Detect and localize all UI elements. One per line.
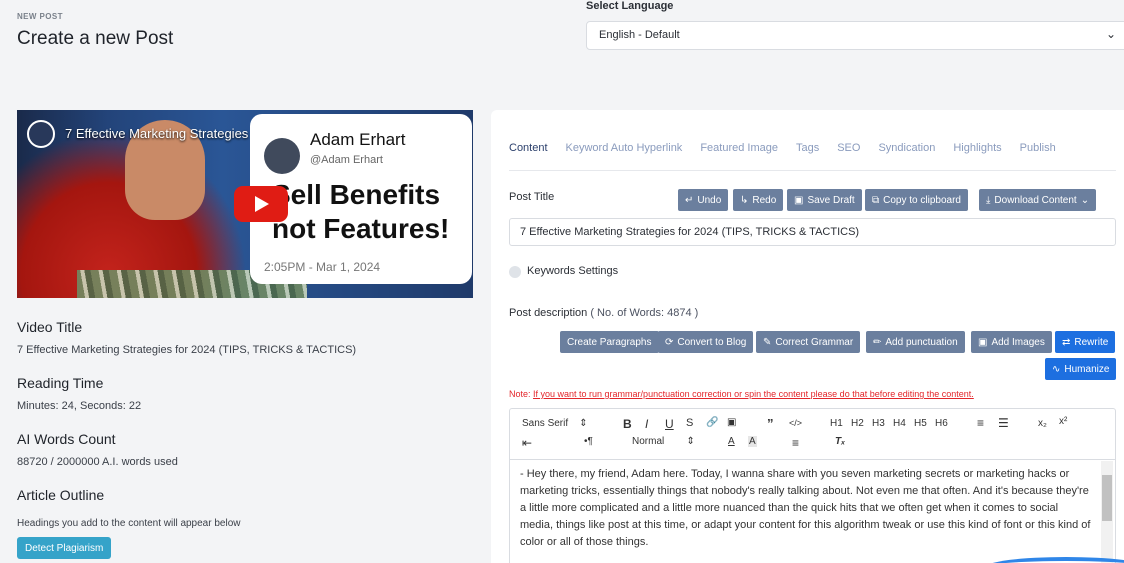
font-select[interactable]: Sans Serif ⇕ xyxy=(522,418,588,429)
save-draft-button[interactable]: ▣ Save Draft xyxy=(787,189,862,211)
outdent-icon[interactable]: ⇤ xyxy=(522,436,532,450)
bold-icon[interactable]: B xyxy=(623,417,632,431)
undo-button[interactable]: ↵ Undo xyxy=(678,189,729,211)
tweet-date: 2:05PM - Mar 1, 2024 xyxy=(264,260,381,274)
article-outline-label: Article Outline xyxy=(17,487,105,503)
redo-icon: ↳ xyxy=(740,194,749,206)
copy-icon: ⧉ xyxy=(872,194,880,206)
redo-button[interactable]: ↳ Redo xyxy=(733,189,784,211)
rewrite-button[interactable]: ⇄ Rewrite xyxy=(1055,331,1116,353)
pulse-icon: ∿ xyxy=(1052,363,1061,375)
reading-time-label: Reading Time xyxy=(17,375,104,391)
humanize-button[interactable]: ∿ Humanize xyxy=(1045,358,1117,380)
undo-icon: ↵ xyxy=(685,194,694,206)
article-outline-hint: Headings you add to the content will app… xyxy=(17,518,241,529)
tab-featured-image[interactable]: Featured Image xyxy=(700,142,778,154)
post-title-label: Post Title xyxy=(509,191,555,203)
text-direction-icon[interactable]: •¶ xyxy=(584,436,593,447)
heading-2-button[interactable]: H2 xyxy=(851,418,864,429)
tab-tags[interactable]: Tags xyxy=(796,142,819,154)
heading-3-button[interactable]: H3 xyxy=(872,418,885,429)
editor-content[interactable]: - Hey there, my friend, Adam here. Today… xyxy=(510,459,1115,563)
italic-icon[interactable]: I xyxy=(645,417,648,431)
underline-icon[interactable]: U xyxy=(665,417,674,431)
blockquote-icon[interactable]: ” xyxy=(767,416,774,431)
post-description-label: Post description ( No. of Words: 4874 ) xyxy=(509,307,699,319)
tab-keyword-auto-hyperlink[interactable]: Keyword Auto Hyperlink xyxy=(566,142,683,154)
pencil-icon: ✏ xyxy=(873,336,882,348)
download-content-button[interactable]: ⤓ Download Content ⌄ xyxy=(979,189,1097,211)
edit-icon: ✎ xyxy=(763,336,772,348)
editor-panel: Content Keyword Auto Hyperlink Featured … xyxy=(491,110,1124,563)
editing-note: Note: If you want to run grammar/punctua… xyxy=(509,389,974,399)
word-count: ( No. of Words: 4874 ) xyxy=(590,307,699,319)
ai-words-label: AI Words Count xyxy=(17,431,116,447)
post-title-input[interactable] xyxy=(509,218,1116,246)
rich-text-editor: Sans Serif ⇕ B I U Ѕ 🔗 ▣ ” </> H1 H2 H3 … xyxy=(509,408,1116,563)
tab-divider xyxy=(509,170,1116,171)
heading-4-button[interactable]: H4 xyxy=(893,418,906,429)
tab-highlights[interactable]: Highlights xyxy=(953,142,1001,154)
tweet-avatar xyxy=(264,138,300,174)
heading-6-button[interactable]: H6 xyxy=(935,418,948,429)
chevron-down-icon: ⌄ xyxy=(1080,194,1090,206)
background-color-icon[interactable]: A xyxy=(748,436,757,447)
language-select[interactable]: English - Default ⌄ xyxy=(586,21,1124,50)
tab-seo[interactable]: SEO xyxy=(837,142,860,154)
page-eyebrow: NEW POST xyxy=(17,12,63,21)
language-label: Select Language xyxy=(586,0,674,12)
tab-publish[interactable]: Publish xyxy=(1020,142,1056,154)
channel-avatar[interactable] xyxy=(27,120,55,148)
convert-to-blog-button[interactable]: ⟳ Convert to Blog xyxy=(658,331,754,353)
subscript-icon[interactable]: x₂ xyxy=(1038,418,1047,429)
heading-1-button[interactable]: H1 xyxy=(830,418,843,429)
tweet-name: Adam Erhart xyxy=(310,130,406,149)
rewrite-icon: ⇄ xyxy=(1062,336,1071,348)
superscript-icon[interactable]: x² xyxy=(1059,416,1067,427)
add-punctuation-button[interactable]: ✏ Add punctuation xyxy=(866,331,965,353)
download-icon: ⤓ xyxy=(986,194,991,206)
save-icon: ▣ xyxy=(794,194,804,206)
link-icon[interactable]: 🔗 xyxy=(706,417,718,428)
language-value: English - Default xyxy=(599,29,680,41)
format-select[interactable]: Normal ⇕ xyxy=(632,436,695,447)
page-title: Create a new Post xyxy=(17,28,174,49)
align-icon[interactable]: ≡ xyxy=(792,436,799,450)
strikethrough-icon[interactable]: Ѕ xyxy=(686,417,693,429)
text-color-icon[interactable]: A xyxy=(728,436,735,447)
keywords-settings-label[interactable]: Keywords Settings xyxy=(527,265,618,277)
tab-content[interactable]: Content xyxy=(509,142,548,154)
video-embed[interactable]: 7 Effective Marketing Strategies for 202… xyxy=(17,110,473,298)
tweet-headline: Sell Benefits not Features! xyxy=(272,179,450,244)
chevron-down-icon: ⌄ xyxy=(1105,27,1116,41)
video-title-label: Video Title xyxy=(17,319,83,335)
code-icon[interactable]: </> xyxy=(789,418,802,428)
reading-time-value: Minutes: 24, Seconds: 22 xyxy=(17,400,142,412)
editor-scrollbar-thumb[interactable] xyxy=(1102,475,1112,521)
tab-syndication[interactable]: Syndication xyxy=(878,142,935,154)
bullet-list-icon[interactable]: ☰ xyxy=(998,416,1009,430)
ai-words-value: 88720 / 2000000 A.I. words used xyxy=(17,456,178,468)
video-title-value: 7 Effective Marketing Strategies for 202… xyxy=(17,344,357,356)
create-paragraphs-button[interactable]: Create Paragraphs xyxy=(560,331,659,353)
play-button-icon[interactable] xyxy=(234,186,288,222)
heading-5-button[interactable]: H5 xyxy=(914,418,927,429)
tab-bar: Content Keyword Auto Hyperlink Featured … xyxy=(509,142,1056,154)
blog-icon: ⟳ xyxy=(665,336,674,348)
clear-format-icon[interactable]: Tₓ xyxy=(835,436,845,447)
image-icon[interactable]: ▣ xyxy=(727,417,736,428)
add-images-button[interactable]: ▣ Add Images xyxy=(971,331,1052,353)
image-icon: ▣ xyxy=(978,336,988,348)
copy-to-clipboard-button[interactable]: ⧉ Copy to clipboard xyxy=(865,189,968,211)
keywords-settings-toggle[interactable] xyxy=(509,266,521,278)
detect-plagiarism-button[interactable]: Detect Plagiarism xyxy=(17,537,112,559)
tweet-handle: @Adam Erhart xyxy=(310,154,383,166)
correct-grammar-button[interactable]: ✎ Correct Grammar xyxy=(756,331,861,353)
ordered-list-icon[interactable]: ≡ xyxy=(977,416,984,430)
